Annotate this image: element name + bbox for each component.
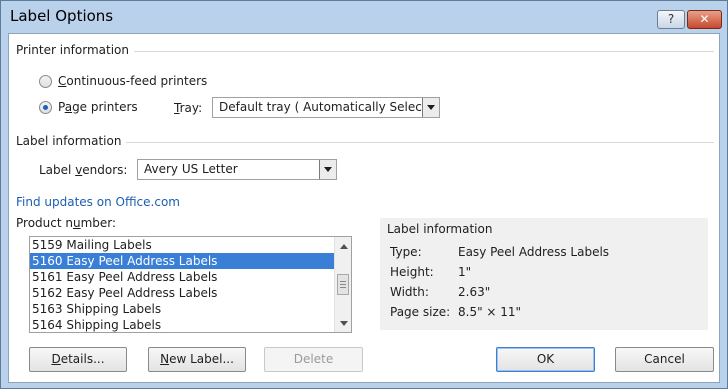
scroll-up-arrow-icon[interactable] <box>340 244 348 249</box>
title-bar[interactable]: Label Options ? ✕ <box>1 1 727 33</box>
scroll-down-arrow-icon[interactable] <box>340 321 348 326</box>
continuous-feed-radio-row[interactable]: Continuous-feed printers <box>39 74 207 88</box>
label-information-heading: Label information <box>16 134 122 148</box>
width-value: 2.63" <box>458 285 491 299</box>
list-scrollbar[interactable] <box>334 237 351 332</box>
continuous-feed-label: Continuous-feed printers <box>58 74 208 88</box>
continuous-feed-radio[interactable] <box>39 74 52 88</box>
details-button[interactable]: Details... <box>29 347 127 372</box>
product-number-list[interactable]: 5159 Mailing Labels 5160 Easy Peel Addre… <box>29 236 352 333</box>
printer-information-heading: Printer information <box>16 43 129 57</box>
page-size-label: Page size: <box>390 305 451 319</box>
list-item[interactable]: 5162 Easy Peel Address Labels <box>30 285 335 301</box>
label-vendors-label: Label vendors: <box>39 163 128 177</box>
height-label: Height: <box>390 265 434 279</box>
delete-button[interactable]: Delete <box>264 347 363 372</box>
width-label: Width: <box>390 285 429 299</box>
list-item[interactable]: 5163 Shipping Labels <box>30 301 335 317</box>
divider <box>126 142 714 143</box>
divider <box>134 51 714 52</box>
label-vendors-value: Avery US Letter <box>144 162 238 176</box>
list-item[interactable]: 5159 Mailing Labels <box>30 237 335 253</box>
find-updates-link[interactable]: Find updates on Office.com <box>16 195 180 209</box>
page-printers-label: Page printers <box>58 100 138 114</box>
tray-select[interactable]: Default tray ( Automatically Select) <box>212 97 440 118</box>
detail-row-width: Width: 2.63" <box>390 285 490 299</box>
chevron-down-icon[interactable] <box>422 98 439 117</box>
label-vendors-select[interactable]: Avery US Letter <box>137 159 337 180</box>
chevron-down-icon[interactable] <box>319 160 336 179</box>
tray-select-value: Default tray ( Automatically Select) <box>219 100 432 114</box>
cancel-button[interactable]: Cancel <box>615 347 714 372</box>
list-item-selected[interactable]: 5160 Easy Peel Address Labels <box>30 253 335 269</box>
height-value: 1" <box>458 265 472 279</box>
label-options-dialog: Label Options ? ✕ Printer information Co… <box>0 0 728 389</box>
label-details-panel: Label information Type: Easy Peel Addres… <box>380 218 708 330</box>
scroll-thumb[interactable] <box>337 274 349 295</box>
page-printers-radio-row[interactable]: Page printers <box>39 100 138 114</box>
list-item[interactable]: 5164 Shipping Labels <box>30 317 335 332</box>
dialog-body: Printer information Continuous-feed prin… <box>8 33 720 383</box>
type-label: Type: <box>390 245 422 259</box>
page-printers-radio[interactable] <box>39 100 52 114</box>
window-title: Label Options <box>10 7 114 25</box>
detail-row-page-size: Page size: 8.5" × 11" <box>390 305 521 319</box>
ok-button[interactable]: OK <box>496 347 595 372</box>
close-icon: ✕ <box>699 12 710 26</box>
tray-label: Tray: <box>174 101 203 115</box>
product-number-label: Product number: <box>16 216 117 230</box>
help-button[interactable]: ? <box>657 10 685 29</box>
list-item[interactable]: 5161 Easy Peel Address Labels <box>30 269 335 285</box>
type-value: Easy Peel Address Labels <box>458 245 610 259</box>
detail-row-type: Type: Easy Peel Address Labels <box>390 245 609 259</box>
help-icon: ? <box>667 12 675 26</box>
close-button[interactable]: ✕ <box>687 10 722 29</box>
page-size-value: 8.5" × 11" <box>458 305 522 319</box>
detail-row-height: Height: 1" <box>390 265 471 279</box>
new-label-button[interactable]: New Label... <box>148 347 246 372</box>
label-details-heading: Label information <box>387 222 493 236</box>
